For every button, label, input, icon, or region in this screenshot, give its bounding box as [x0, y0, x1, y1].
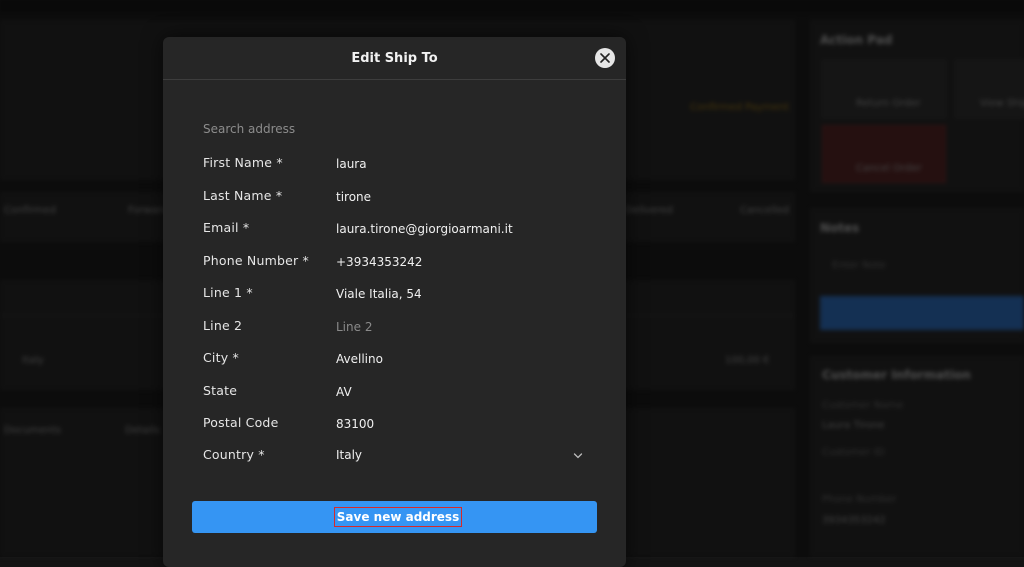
- line1-label: Line 1 *: [203, 285, 253, 300]
- last-name-row: Last Name *: [203, 186, 593, 208]
- line1-input[interactable]: [336, 283, 586, 305]
- chevron-down-icon[interactable]: [573, 451, 583, 461]
- postal-code-label: Postal Code: [203, 415, 279, 430]
- email-row: Email *: [203, 218, 593, 240]
- phone-label: Phone Number *: [203, 253, 309, 268]
- first-name-row: First Name *: [203, 153, 593, 175]
- last-name-label: Last Name *: [203, 188, 283, 203]
- country-label: Country *: [203, 447, 265, 462]
- city-input[interactable]: [336, 348, 586, 370]
- line2-row: Line 2: [203, 316, 593, 338]
- save-new-address-button[interactable]: Save new address: [192, 501, 597, 533]
- first-name-input[interactable]: [336, 153, 586, 175]
- edit-ship-to-modal: Edit Ship To First Name * Last Name * Em…: [163, 37, 626, 567]
- phone-input[interactable]: [336, 251, 586, 273]
- state-label: State: [203, 383, 238, 398]
- state-input[interactable]: [336, 381, 586, 403]
- country-select[interactable]: Italy: [336, 448, 362, 462]
- city-row: City *: [203, 348, 593, 370]
- line2-label: Line 2: [203, 318, 243, 333]
- line2-input[interactable]: [336, 316, 586, 338]
- phone-row: Phone Number *: [203, 251, 593, 273]
- close-icon: [600, 53, 610, 63]
- last-name-input[interactable]: [336, 186, 586, 208]
- email-input[interactable]: [336, 218, 586, 240]
- line1-row: Line 1 *: [203, 283, 593, 305]
- modal-title: Edit Ship To: [351, 51, 438, 66]
- modal-header: Edit Ship To: [163, 37, 626, 80]
- first-name-label: First Name *: [203, 155, 283, 170]
- city-label: City *: [203, 350, 239, 365]
- state-row: State: [203, 381, 593, 403]
- close-button[interactable]: [595, 48, 615, 68]
- postal-code-input[interactable]: [336, 413, 586, 435]
- country-row[interactable]: Country * Italy: [203, 445, 593, 467]
- email-label: Email *: [203, 220, 250, 235]
- postal-code-row: Postal Code: [203, 413, 593, 435]
- search-address-input[interactable]: [203, 119, 583, 139]
- save-button-label: Save new address: [334, 507, 462, 527]
